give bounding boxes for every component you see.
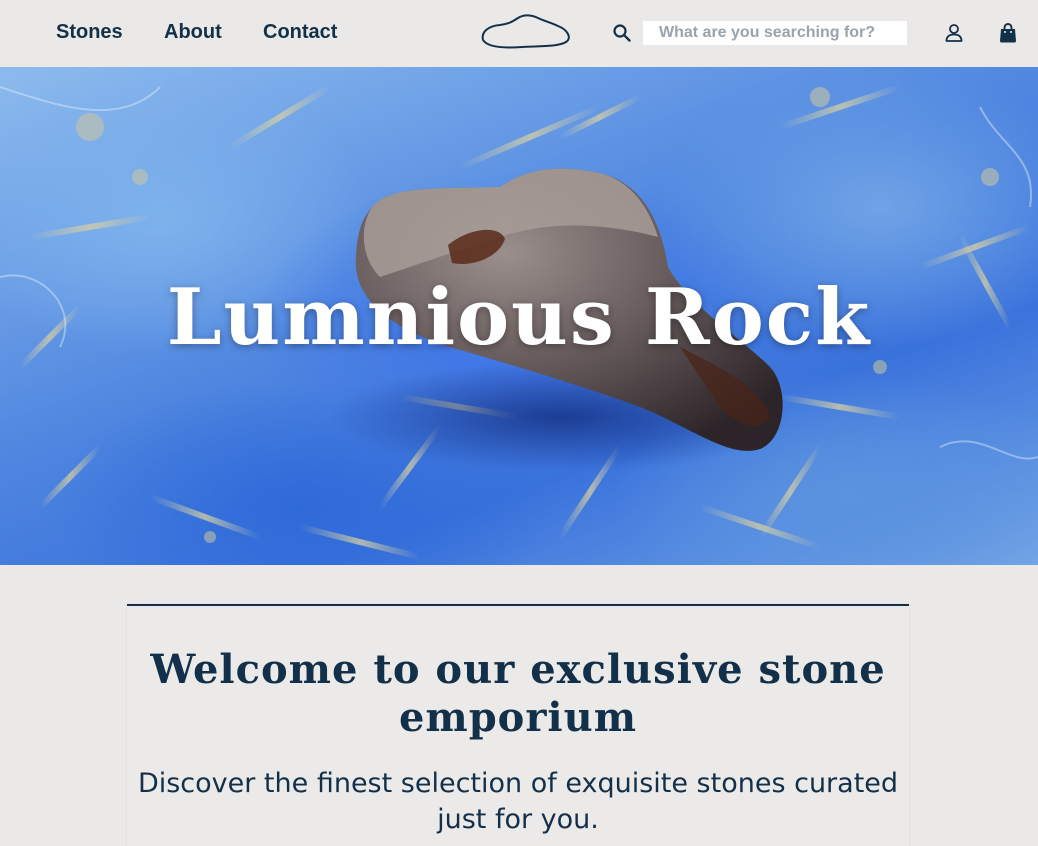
welcome-panel: Welcome to our exclusive stone emporium … — [127, 604, 909, 846]
welcome-subtitle: Discover the finest selection of exquisi… — [137, 768, 899, 835]
user-icon[interactable] — [943, 22, 965, 44]
search-icon[interactable] — [612, 23, 632, 43]
search-input[interactable] — [643, 21, 907, 45]
site-header: Stones About Contact — [0, 0, 1038, 67]
hero-banner: Lumnious Rock — [0, 67, 1038, 565]
nav-link-about[interactable]: About — [164, 21, 222, 44]
stone-logo-icon[interactable] — [478, 12, 572, 54]
hero-title: Lumnious Rock — [166, 272, 872, 363]
nav-link-stones[interactable]: Stones — [56, 21, 123, 44]
welcome-title: Welcome to our exclusive stone emporium — [150, 646, 886, 741]
nav-link-contact[interactable]: Contact — [263, 21, 337, 44]
shopping-bag-icon[interactable] — [998, 22, 1018, 44]
